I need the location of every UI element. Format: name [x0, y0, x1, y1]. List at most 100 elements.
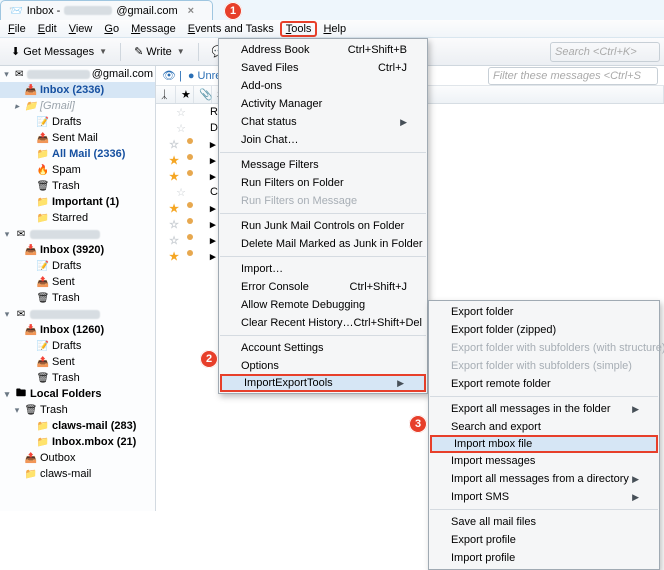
- menu-view[interactable]: View: [63, 21, 99, 37]
- tree-item[interactable]: 📁claws-mail (283): [0, 418, 155, 434]
- tree-item[interactable]: 📁Important (1): [0, 194, 155, 210]
- spam-icon: 🔥: [36, 165, 50, 176]
- menu-item[interactable]: Run Junk Mail Controls on Folder: [219, 217, 427, 235]
- tree-item[interactable]: 📥Inbox (2336): [0, 82, 155, 98]
- app-tab[interactable]: 📨 Inbox - @gmail.com ×: [0, 0, 213, 20]
- menu-item[interactable]: Account Settings: [219, 339, 427, 357]
- menu-item[interactable]: Join Chat…: [219, 131, 427, 149]
- menu-tools[interactable]: Tools: [280, 21, 318, 37]
- tree-item[interactable]: 📥Inbox (1260): [0, 322, 155, 338]
- menu-item[interactable]: Address BookCtrl+Shift+B: [219, 41, 427, 59]
- inbox-icon: 📥: [24, 245, 38, 256]
- search-input[interactable]: Search <Ctrl+K>: [550, 42, 660, 62]
- folder-tree[interactable]: ▾✉@gmail.com📥Inbox (2336)▸📁[Gmail]📝Draft…: [0, 66, 156, 511]
- tree-item[interactable]: 🗑Trash: [0, 290, 155, 306]
- tree-item[interactable]: 📝Drafts: [0, 258, 155, 274]
- menu-item[interactable]: Message Filters: [219, 156, 427, 174]
- menu-file[interactable]: File: [2, 21, 32, 37]
- tree-item[interactable]: 📤Sent: [0, 274, 155, 290]
- mail-icon: 📨: [9, 4, 23, 17]
- menu-item[interactable]: Import SMS▶: [429, 488, 659, 506]
- menu-item[interactable]: Export folder: [429, 303, 659, 321]
- menu-item[interactable]: Error ConsoleCtrl+Shift+J: [219, 278, 427, 296]
- tree-item[interactable]: 🗑Trash: [0, 370, 155, 386]
- star-icon[interactable]: ☆: [169, 138, 179, 151]
- close-tab-icon[interactable]: ×: [188, 5, 194, 17]
- star-icon[interactable]: ☆: [176, 106, 186, 119]
- star-icon[interactable]: ★: [169, 170, 179, 183]
- menu-item[interactable]: ImportExportTools▶: [220, 374, 426, 392]
- col-thread[interactable]: ᛣ: [156, 86, 176, 103]
- tree-item[interactable]: ▸📁[Gmail]: [0, 98, 155, 114]
- write-button[interactable]: ✎ Write ▼: [127, 42, 192, 61]
- tree-item[interactable]: 📥Inbox (3920): [0, 242, 155, 258]
- tree-item[interactable]: 📁All Mail (2336): [0, 146, 155, 162]
- mail-icon: ✉: [14, 229, 28, 240]
- menu-item[interactable]: Import all messages from a directory▶: [429, 470, 659, 488]
- menu-item[interactable]: Import…: [219, 260, 427, 278]
- folder-icon: 📁: [36, 421, 50, 432]
- star-icon[interactable]: ☆: [169, 218, 179, 231]
- chevron-down-icon[interactable]: ▼: [177, 47, 185, 56]
- tree-item[interactable]: 📤Sent Mail: [0, 130, 155, 146]
- star-icon[interactable]: ☆: [176, 186, 186, 199]
- menu-help[interactable]: Help: [317, 21, 352, 37]
- menu-item[interactable]: Export all messages in the folder▶: [429, 400, 659, 418]
- folder-icon: 📁: [36, 149, 50, 160]
- tree-item[interactable]: ▾🗑Trash: [0, 402, 155, 418]
- menu-item[interactable]: Import mbox file: [430, 435, 658, 453]
- tree-item[interactable]: 📁Starred: [0, 210, 155, 226]
- menu-item[interactable]: Search and export: [429, 418, 659, 436]
- menu-item[interactable]: Import profile: [429, 549, 659, 567]
- star-icon[interactable]: ☆: [169, 234, 179, 247]
- get-messages-button[interactable]: ⬇ Get Messages ▼: [4, 42, 114, 61]
- menu-go[interactable]: Go: [98, 21, 125, 37]
- menu-item[interactable]: Export remote folder: [429, 375, 659, 393]
- menu-item: Export folder with subfolders (simple): [429, 357, 659, 375]
- menu-item: Export folder with subfolders (with stru…: [429, 339, 659, 357]
- tree-item[interactable]: ▾🖿Local Folders: [0, 386, 155, 402]
- folder-icon: 📁: [36, 437, 50, 448]
- menu-item[interactable]: Delete Mail Marked as Junk in Folder: [219, 235, 427, 253]
- inbox-icon: 📥: [24, 85, 38, 96]
- menu-message[interactable]: Message: [125, 21, 182, 37]
- mail-icon: ✉: [13, 69, 25, 80]
- filter-input[interactable]: Filter these messages <Ctrl+S: [488, 67, 658, 85]
- tree-item[interactable]: ▾✉: [0, 226, 155, 242]
- chevron-down-icon[interactable]: ▼: [99, 47, 107, 56]
- menu-item[interactable]: Export profile: [429, 531, 659, 549]
- menu-item[interactable]: Chat status▶: [219, 113, 427, 131]
- tree-item[interactable]: 🗑Trash: [0, 178, 155, 194]
- tree-item[interactable]: 🔥Spam: [0, 162, 155, 178]
- menu-item[interactable]: Export folder (zipped): [429, 321, 659, 339]
- menu-item[interactable]: Clear Recent History…Ctrl+Shift+Del: [219, 314, 427, 332]
- tree-item[interactable]: ▾✉@gmail.com: [0, 66, 155, 82]
- tree-item[interactable]: 📝Drafts: [0, 114, 155, 130]
- menu-item[interactable]: Options: [219, 357, 427, 375]
- menu-item[interactable]: Allow Remote Debugging: [219, 296, 427, 314]
- menu-item[interactable]: Save all mail files: [429, 513, 659, 531]
- col-star[interactable]: ★: [176, 86, 194, 103]
- tree-item[interactable]: 📤Outbox: [0, 450, 155, 466]
- show-toggle[interactable]: 👁 |: [162, 69, 182, 82]
- menu-events-and-tasks[interactable]: Events and Tasks: [182, 21, 280, 37]
- inbox-icon: 📥: [24, 325, 38, 336]
- tree-item[interactable]: ▾✉: [0, 306, 155, 322]
- menu-item[interactable]: Add-ons: [219, 77, 427, 95]
- tree-item[interactable]: 📁Inbox.mbox (21): [0, 434, 155, 450]
- star-icon[interactable]: ★: [169, 202, 179, 215]
- menu-item[interactable]: Saved FilesCtrl+J: [219, 59, 427, 77]
- menu-edit[interactable]: Edit: [32, 21, 63, 37]
- draft-icon: 📝: [36, 261, 50, 272]
- star-icon[interactable]: ☆: [176, 122, 186, 135]
- tree-item[interactable]: 📁claws-mail: [0, 466, 155, 482]
- star-icon[interactable]: ★: [169, 250, 179, 263]
- menu-item[interactable]: Import messages: [429, 452, 659, 470]
- callout-2: 2: [200, 350, 218, 368]
- col-attach[interactable]: 📎: [194, 86, 212, 103]
- tree-item[interactable]: 📤Sent: [0, 354, 155, 370]
- menu-item[interactable]: Run Filters on Folder: [219, 174, 427, 192]
- menu-item[interactable]: Activity Manager: [219, 95, 427, 113]
- star-icon[interactable]: ★: [169, 154, 179, 167]
- tree-item[interactable]: 📝Drafts: [0, 338, 155, 354]
